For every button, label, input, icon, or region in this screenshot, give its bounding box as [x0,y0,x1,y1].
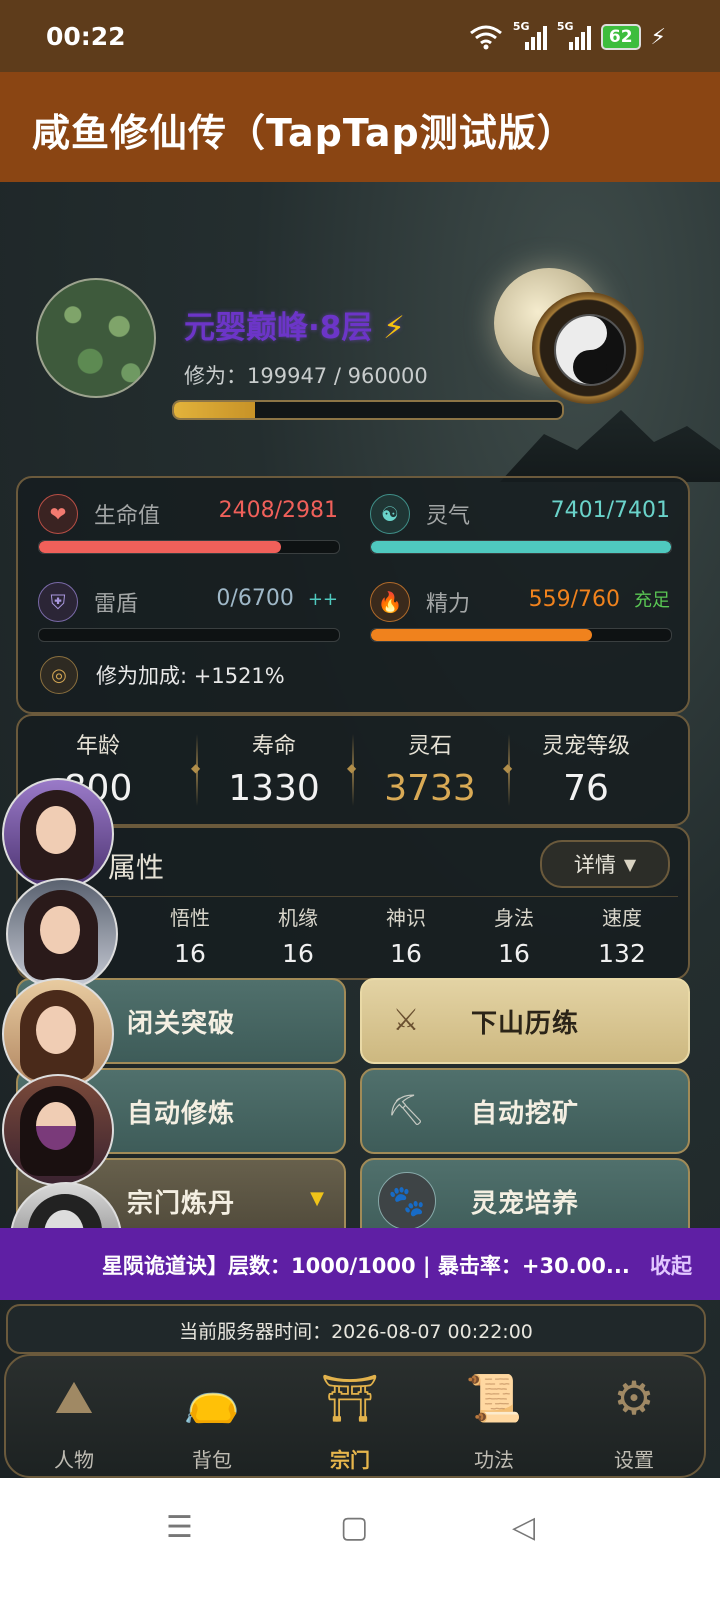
attr-speed: 速度 132 [598,906,646,968]
nav-skills[interactable]: 📜 功法 [434,1366,554,1473]
signal-icon: 5G [513,20,547,50]
spirit-stone-cell: 灵石 3733 [384,734,476,809]
attr-fortune: 机缘 16 [278,906,318,968]
auto-mine-button[interactable]: ⛏ 自动挖矿 [360,1068,690,1154]
realm-title: 元婴巅峰·8层 ⚡ [184,310,405,346]
back-icon[interactable]: ◁ [512,1510,535,1545]
attributes-title: 属性 [108,851,165,884]
energy-bar [370,628,672,642]
attr-agility: 身法 16 [494,906,534,968]
spirit-swirl-icon: ☯ [370,494,410,534]
home-icon[interactable]: ▢ [340,1510,368,1545]
server-time: 当前服务器时间：2026-08-07 00:22:00 [179,1321,533,1343]
hp-bar [38,540,340,554]
spirit-bar-fill [371,541,671,553]
info-panel: 年龄 800 寿命 1330 灵石 3733 灵宠等级 76 [16,714,690,826]
heart-icon: ❤ [38,494,78,534]
details-button[interactable]: 详情 ▼ [540,840,670,888]
cultivation-text: 修为：199947 / 960000 [184,364,428,388]
temple-icon: ⛩ [320,1370,380,1425]
system-nav-bar: ☰ ▢ ◁ [0,1478,720,1604]
bag-icon: 👝 [183,1370,241,1425]
nav-character[interactable]: ⛰ 人物 [14,1366,134,1473]
cultivation-progress-bar [172,400,564,420]
gear-icon: ⚙ [613,1371,655,1425]
game-main: 元婴巅峰·8层 ⚡ 修为：199947 / 960000 ❤ 生命值 2408/… [0,182,720,1478]
buff-message: 星陨诡道诀】层数：1000/1000 | 暴击率：+30.00... [102,1254,630,1278]
player-avatar[interactable] [36,278,156,398]
swirl-icon: ◎ [40,656,78,694]
app-title: 咸鱼修仙传（TapTap测试版） [32,111,576,155]
cultivation-bonus: ◎ 修为加成: +1521% [40,656,285,694]
adventure-button[interactable]: ⚔ 下山历练 [360,978,690,1064]
pet-level-cell: 灵宠等级 76 [541,734,630,809]
lifespan-cell: 寿命 1330 [228,734,320,809]
nav-bag[interactable]: 👝 背包 [152,1366,272,1473]
shield-bar [38,628,340,642]
menu-icon[interactable]: ☰ [166,1510,193,1545]
signal-icon-2: 5G [557,20,591,50]
wifi-icon [469,25,502,50]
swordsman-icon: ⚔ [392,1002,420,1038]
battery-icon: 62 [600,24,641,50]
nav-sect[interactable]: ⛩ 宗门 [290,1366,410,1473]
chevron-down-icon: ▼ [623,854,637,874]
attr-comprehension: 悟性 16 [170,906,210,968]
divider [28,896,678,897]
attributes-panel: 属性 详情 ▼ 悟性 16 机缘 16 神识 16 身法 16 速度 132 [16,826,690,980]
paw-icon: 🐾 [378,1172,436,1230]
buff-banner: 星陨诡道诀】层数：1000/1000 | 暴击率：+30.00... 收起 [0,1228,720,1300]
app-title-bar: 咸鱼修仙传（TapTap测试版） [0,72,720,182]
fire-icon: 🔥 [370,582,410,622]
status-bar: 00:22 5G 5G 62 ⚡ [0,0,720,72]
nav-settings[interactable]: ⚙ 设置 [574,1366,694,1473]
shield-add-icon[interactable]: ++ [308,589,338,610]
server-time-bar: 当前服务器时间：2026-08-07 00:22:00 [6,1304,706,1354]
collapse-button[interactable]: 收起 [650,1250,692,1280]
clock: 00:22 [46,22,126,51]
spirit-bar [370,540,672,554]
companion-portrait[interactable] [2,778,114,890]
cultivation-progress-fill [174,402,255,418]
status-icons: 5G 5G 62 ⚡ [469,20,666,50]
bottom-nav: ⛰ 人物 👝 背包 ⛩ 宗门 📜 功法 ⚙ 设置 [4,1354,706,1478]
charging-icon: ⚡ [650,24,666,50]
attr-divine-sense: 神识 16 [386,906,426,968]
pickaxe-icon: ⛏ [386,1092,426,1128]
energy-bar-fill [371,629,592,641]
scroll-icon: 📜 [465,1370,523,1425]
chevron-down-icon: ▼ [310,1188,324,1209]
hp-bar-fill [39,541,282,553]
mountain-icon: ⛰ [54,1370,94,1424]
lightning-icon: ⚡ [383,310,405,346]
shield-icon: ⛨ [38,582,78,622]
yin-yang-icon[interactable] [532,292,644,404]
stats-panel: ❤ 生命值 2408/2981 ☯ 灵气 7401/7401 ⛨ 雷盾 0/67… [16,476,690,714]
companion-portrait[interactable] [2,1074,114,1186]
companion-portrait[interactable] [6,878,118,990]
